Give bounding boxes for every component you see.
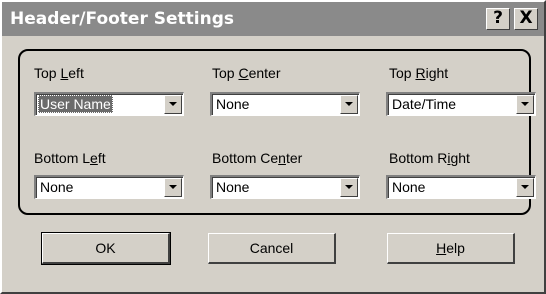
bottom-right-value: None: [392, 179, 426, 195]
bottom-center-value: None: [216, 179, 250, 195]
header-footer-dialog: Header/Footer Settings ? X Top Left User…: [0, 0, 546, 294]
window-title: Header/Footer Settings: [10, 9, 235, 29]
close-button[interactable]: X: [514, 8, 538, 30]
bottom-left-select[interactable]: None: [34, 175, 184, 199]
chevron-down-icon[interactable]: [516, 178, 534, 197]
help-title-button[interactable]: ?: [486, 8, 510, 30]
top-center-select[interactable]: None: [210, 92, 360, 116]
top-right-label: Top Right: [389, 65, 449, 81]
chevron-down-icon[interactable]: [340, 178, 358, 197]
top-left-label: Top Left: [34, 65, 84, 81]
bottom-right-label: Bottom Right: [389, 150, 470, 166]
bottom-left-value: None: [40, 179, 74, 195]
cancel-button[interactable]: Cancel: [208, 233, 336, 264]
chevron-down-icon[interactable]: [340, 95, 358, 114]
bottom-center-select[interactable]: None: [210, 175, 360, 199]
ok-button[interactable]: OK: [41, 232, 171, 265]
top-right-select[interactable]: Date/Time: [386, 92, 536, 116]
chevron-down-icon[interactable]: [164, 178, 182, 197]
chevron-down-icon[interactable]: [164, 95, 182, 114]
help-button[interactable]: Help: [387, 233, 515, 264]
top-center-value: None: [216, 96, 250, 112]
top-center-label: Top Center: [212, 65, 281, 81]
bottom-left-label: Bottom Left: [34, 150, 106, 166]
bottom-right-select[interactable]: None: [386, 175, 536, 199]
title-bar[interactable]: Header/Footer Settings ? X: [2, 2, 544, 36]
chevron-down-icon[interactable]: [516, 95, 534, 114]
top-left-select[interactable]: User Name: [34, 92, 184, 116]
bottom-center-label: Bottom Center: [212, 150, 303, 166]
top-left-value: User Name: [38, 95, 113, 113]
top-right-value: Date/Time: [392, 96, 457, 112]
